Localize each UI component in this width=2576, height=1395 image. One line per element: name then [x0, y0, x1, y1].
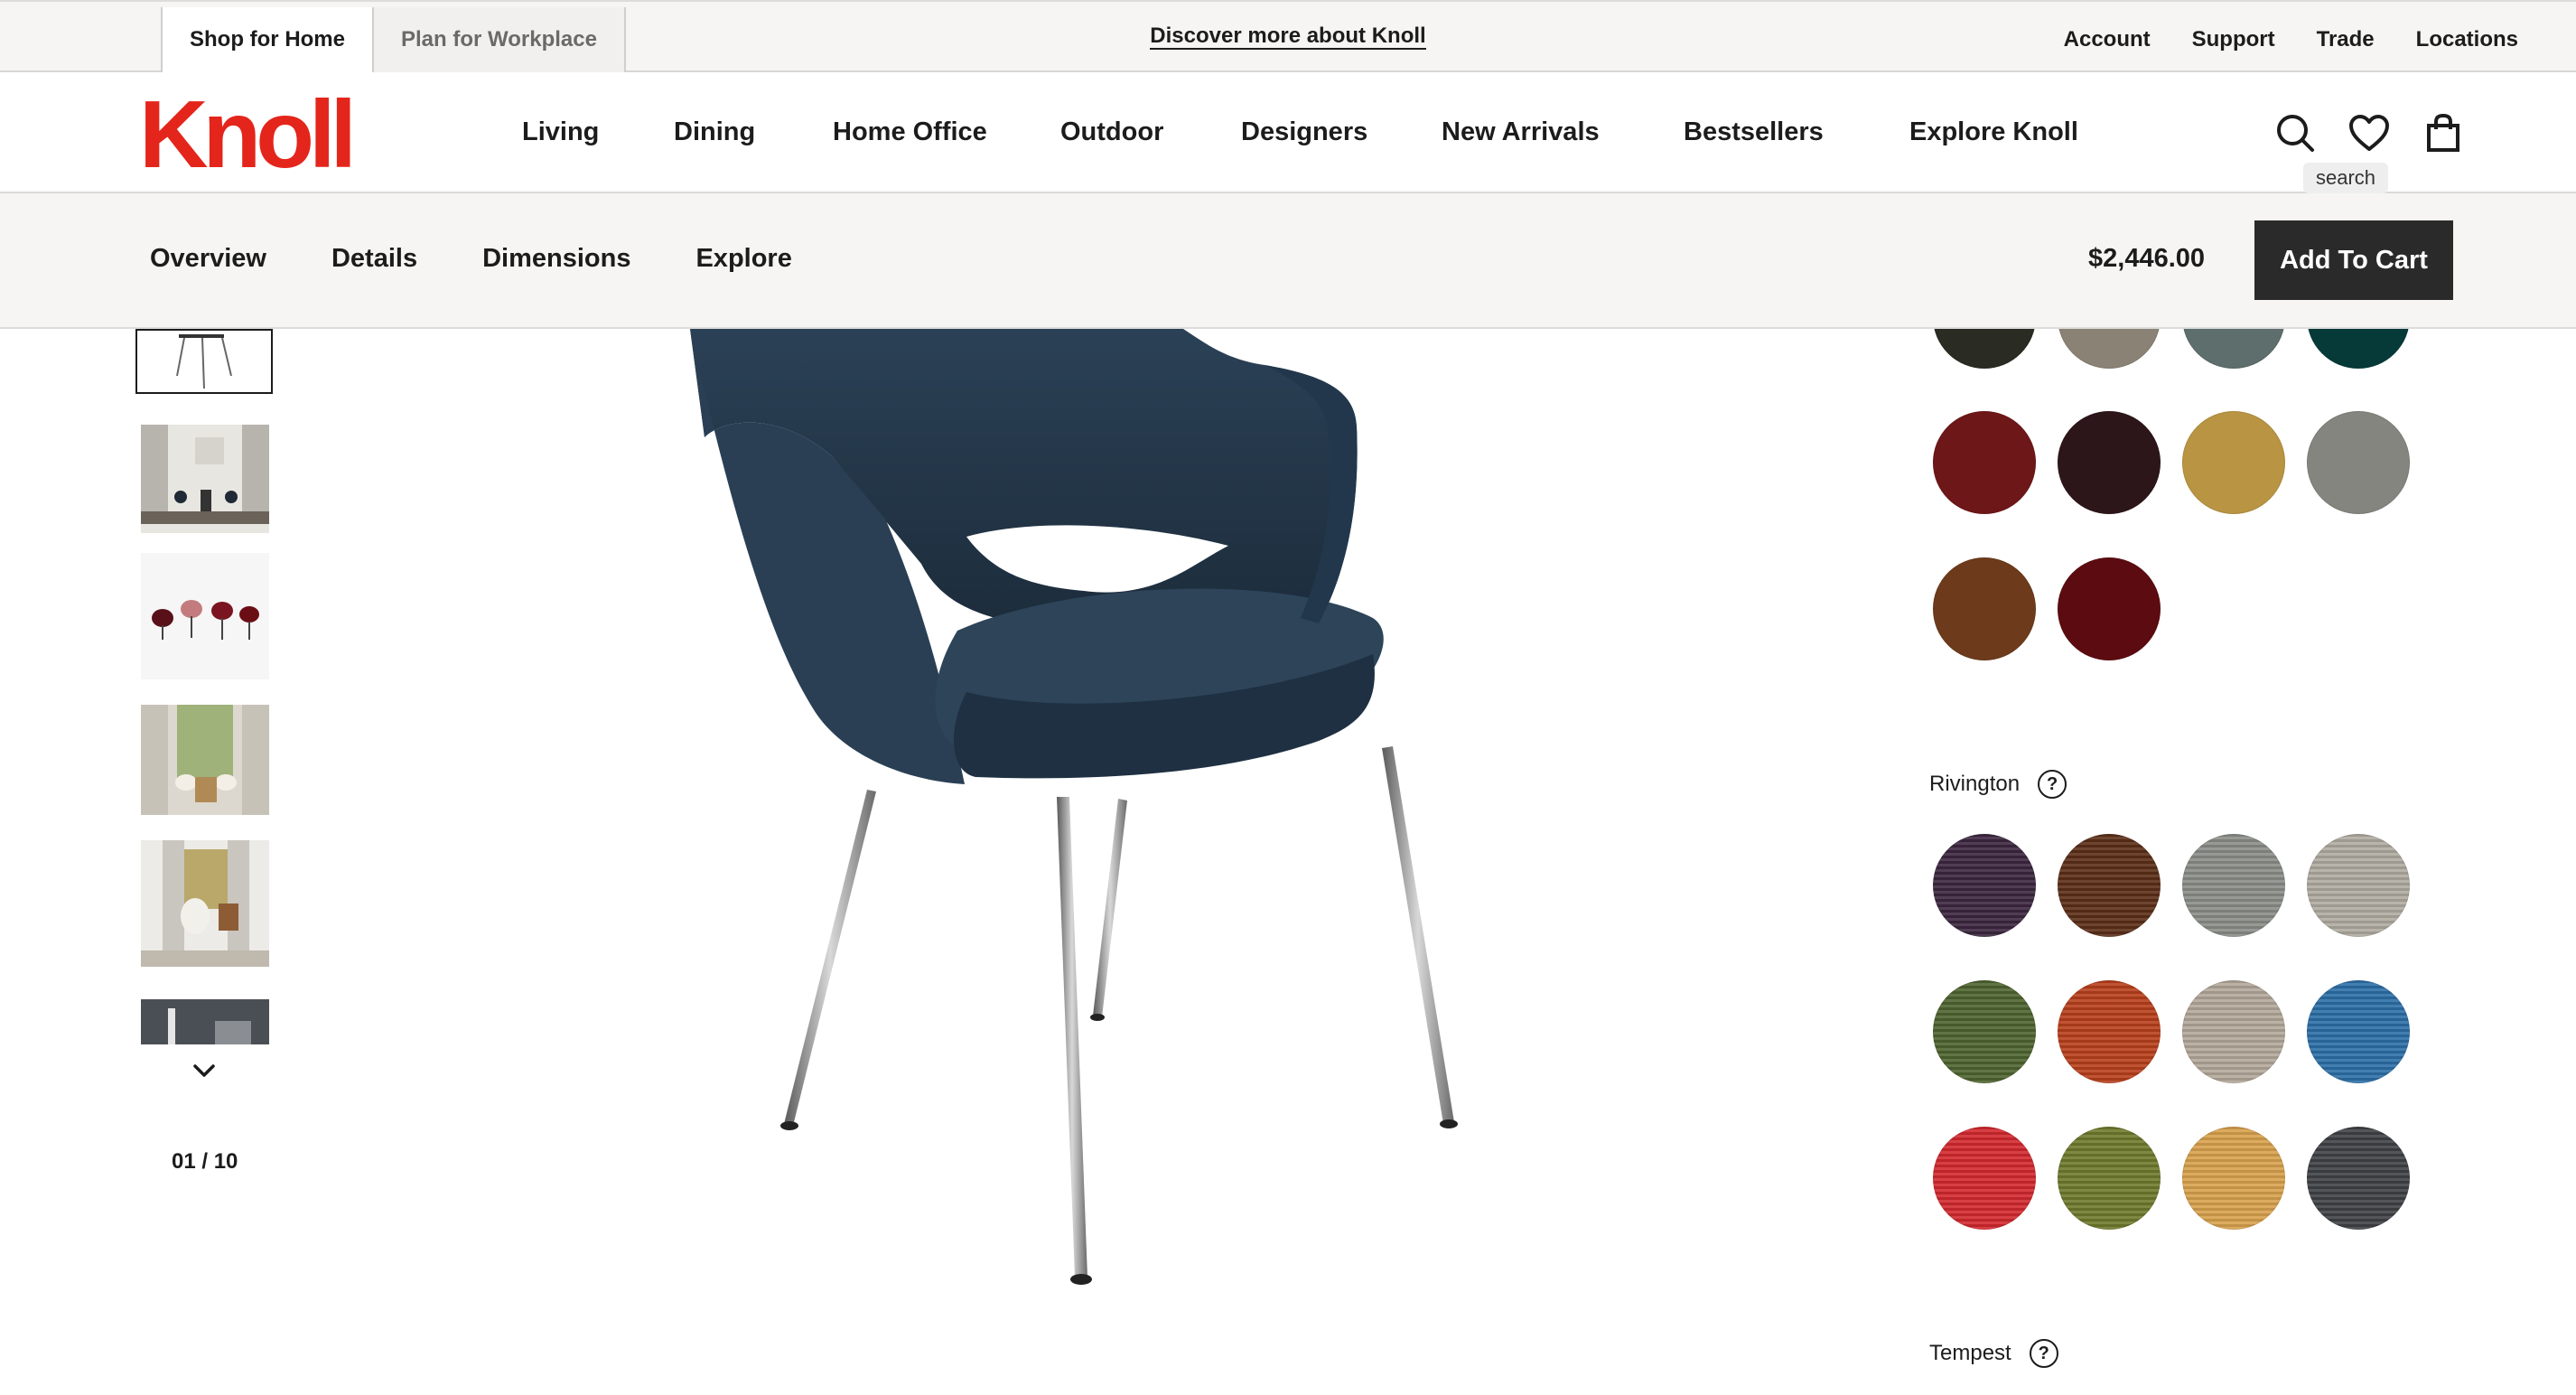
- tab-details[interactable]: Details: [331, 244, 417, 274]
- thumbnail-1[interactable]: [135, 329, 273, 394]
- swatch-upper-10[interactable]: [2058, 557, 2161, 660]
- thumbnail-4[interactable]: [141, 705, 269, 815]
- nav-new-arrivals[interactable]: New Arrivals: [1442, 117, 1600, 147]
- swatch-rivington-8[interactable]: [2307, 980, 2410, 1083]
- product-tabs: Overview Details Dimensions Explore: [150, 244, 792, 274]
- swatch-rivington-9[interactable]: [1933, 1127, 2036, 1230]
- tab-plan-for-workplace[interactable]: Plan for Workplace: [372, 7, 626, 72]
- trade-link[interactable]: Trade: [2317, 27, 2375, 52]
- swatch-rivington-12[interactable]: [2307, 1127, 2410, 1230]
- swatch-upper-7[interactable]: [2182, 411, 2285, 514]
- thumbnail-5[interactable]: [141, 840, 269, 967]
- swatch-upper-5[interactable]: [1933, 411, 2036, 514]
- search-icon[interactable]: [2273, 110, 2318, 155]
- utility-bar: Shop for Home Plan for Workplace Discove…: [0, 0, 2576, 72]
- add-to-cart-button[interactable]: Add To Cart: [2254, 220, 2453, 300]
- audience-tabs: Shop for Home Plan for Workplace: [161, 7, 626, 72]
- nav-explore-knoll[interactable]: Explore Knoll: [1909, 117, 2078, 147]
- thumbnail-2[interactable]: [141, 425, 269, 533]
- swatch-rivington-5[interactable]: [1933, 980, 2036, 1083]
- thumbnail-3[interactable]: [141, 553, 269, 679]
- bag-icon[interactable]: [2421, 110, 2466, 155]
- account-link[interactable]: Account: [2064, 27, 2151, 52]
- chevron-down-icon[interactable]: [191, 1063, 217, 1083]
- nav-bestsellers[interactable]: Bestsellers: [1684, 117, 1824, 147]
- nav-home-office[interactable]: Home Office: [833, 117, 987, 147]
- product-page: Shop for Home Plan for Workplace Discove…: [0, 0, 2576, 1395]
- tempest-label-row: Tempest ?: [1929, 1339, 2058, 1368]
- nav-designers[interactable]: Designers: [1241, 117, 1367, 147]
- header-actions: [2273, 110, 2466, 155]
- discover-link[interactable]: Discover more about Knoll: [1150, 23, 1426, 50]
- nav-living[interactable]: Living: [522, 117, 599, 147]
- swatch-rivington-1[interactable]: [1933, 834, 2036, 937]
- swatch-rivington-7[interactable]: [2182, 980, 2285, 1083]
- product-price: $2,446.00: [2088, 244, 2206, 273]
- search-tooltip: search: [2303, 163, 2389, 193]
- tab-shop-for-home[interactable]: Shop for Home: [161, 7, 374, 72]
- thumbnail-6[interactable]: [141, 987, 269, 1044]
- swatch-rivington-2[interactable]: [2058, 834, 2161, 937]
- tab-dimensions[interactable]: Dimensions: [482, 244, 630, 274]
- product-sticky-bar: Overview Details Dimensions Explore $2,4…: [0, 193, 2576, 329]
- help-icon[interactable]: ?: [2038, 770, 2067, 799]
- swatch-rivington-3[interactable]: [2182, 834, 2285, 937]
- help-icon[interactable]: ?: [2029, 1339, 2058, 1368]
- knoll-logo[interactable]: Knoll: [139, 87, 357, 183]
- nav-outdoor[interactable]: Outdoor: [1060, 117, 1163, 147]
- swatch-rivington-10[interactable]: [2058, 1127, 2161, 1230]
- tab-overview[interactable]: Overview: [150, 244, 266, 274]
- swatch-upper-6[interactable]: [2058, 411, 2161, 514]
- tab-explore[interactable]: Explore: [695, 244, 791, 274]
- rivington-label-row: Rivington ?: [1929, 770, 2067, 799]
- utility-links: Account Support Trade Locations: [2064, 27, 2518, 52]
- swatch-upper-8[interactable]: [2307, 411, 2410, 514]
- product-main-image[interactable]: [632, 329, 1535, 1323]
- image-counter: 01 / 10: [172, 1149, 238, 1174]
- tempest-label: Tempest: [1929, 1341, 2011, 1365]
- support-link[interactable]: Support: [2192, 27, 2275, 52]
- swatch-rivington-6[interactable]: [2058, 980, 2161, 1083]
- main-header: Knoll Living Dining Home Office Outdoor …: [0, 72, 2576, 193]
- swatch-rivington-4[interactable]: [2307, 834, 2410, 937]
- locations-link[interactable]: Locations: [2416, 27, 2518, 52]
- heart-icon[interactable]: [2347, 110, 2392, 155]
- swatch-upper-9[interactable]: [1933, 557, 2036, 660]
- nav-dining[interactable]: Dining: [674, 117, 755, 147]
- swatch-rivington-11[interactable]: [2182, 1127, 2285, 1230]
- rivington-label: Rivington: [1929, 772, 2021, 796]
